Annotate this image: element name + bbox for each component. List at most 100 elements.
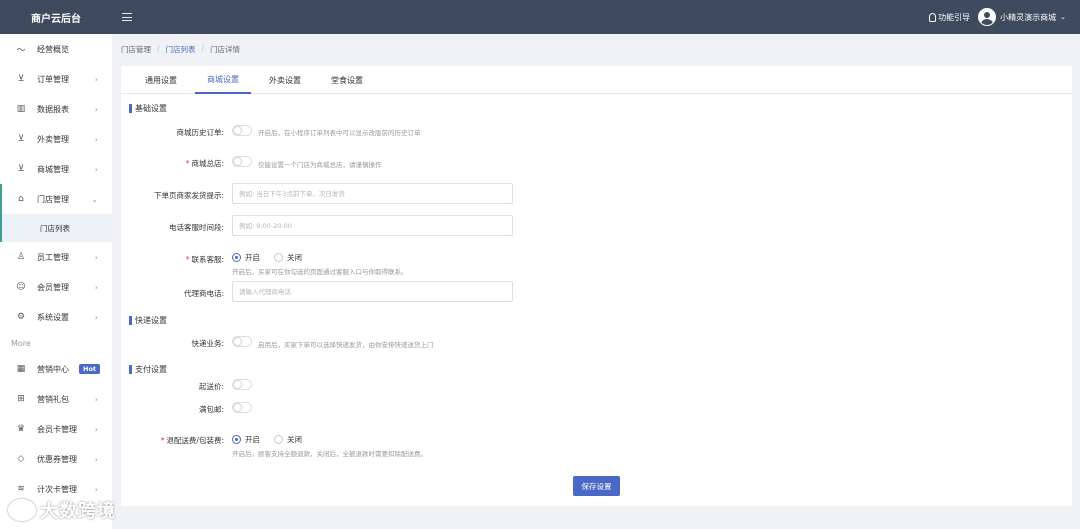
sidebar-item[interactable]: ♙ 员工管理 ›: [0, 242, 112, 272]
avatar: [978, 8, 997, 26]
grid-icon: ▦: [16, 364, 26, 374]
chevron-right-icon: ›: [94, 164, 98, 174]
sidebar-item[interactable]: ◇ 优惠券管理 ›: [0, 444, 112, 474]
menu-toggle-icon[interactable]: [122, 13, 132, 21]
sidebar-item-label: 订单管理: [37, 74, 69, 84]
user-menu[interactable]: 小精灵演示商城 ⌄: [978, 8, 1066, 26]
refund-on-radio[interactable]: [232, 435, 241, 444]
refund-on-label[interactable]: 开启: [245, 434, 260, 445]
sidebar-more-label: More: [11, 338, 31, 348]
chevron-right-icon: ›: [94, 104, 98, 114]
history-order-switch[interactable]: [232, 125, 252, 136]
sidebar-item-label: 优惠券管理: [37, 454, 77, 464]
tab-general[interactable]: 通用设置: [133, 66, 189, 94]
agent-phone-input[interactable]: [232, 281, 513, 302]
tab-mall[interactable]: 商城设置: [195, 66, 251, 94]
main-store-hint: 仅能设置一个门店为商城总店，请谨慎操作: [258, 161, 382, 169]
tab-takeout[interactable]: 外卖设置: [257, 66, 313, 94]
lightbulb-icon: [929, 12, 937, 22]
watermark: 大数跨境: [8, 497, 116, 523]
refund-label-text: 退配送费/包装费:: [166, 436, 224, 445]
refund-off-label[interactable]: 关闭: [287, 434, 302, 445]
sidebar-item[interactable]: ⊞ 营销礼包 ›: [0, 384, 112, 414]
home-icon: ⌂: [18, 194, 24, 204]
watermark-text: 大数跨境: [40, 501, 116, 522]
sidebar-item[interactable]: ☺ 会员管理 ›: [0, 272, 112, 302]
breadcrumb-item-store-list[interactable]: 门店列表: [166, 44, 196, 55]
ship-tip-label: 下单页商家发货提示:: [153, 191, 224, 200]
chevron-right-icon: ›: [94, 312, 98, 322]
contact-label-text: 联系客服:: [191, 255, 224, 264]
bar-chart-icon: ▥: [16, 104, 26, 114]
sidebar-item-label: 计次卡管理: [37, 484, 77, 494]
tab-dine-in[interactable]: 堂食设置: [319, 66, 375, 94]
contact-off-radio[interactable]: [274, 253, 283, 262]
contact-radio-group: 开启 关闭: [232, 252, 312, 263]
express-switch[interactable]: [232, 336, 252, 347]
sidebar-item-label: 商城管理: [37, 164, 69, 174]
guide-button[interactable]: 功能引导: [929, 12, 970, 23]
sidebar-subitem-store-list[interactable]: 门店列表: [0, 214, 112, 242]
tag-icon: ◇: [17, 454, 25, 464]
breadcrumb-item-store-detail: 门店详情: [210, 45, 241, 54]
free-ship-switch[interactable]: [232, 402, 252, 413]
contact-on-label[interactable]: 开启: [245, 252, 260, 263]
contact-hint: 开启后，买家可在你勾选的页面通过客服入口与你取得联系。: [232, 268, 408, 276]
gift-icon: ⊞: [17, 394, 25, 404]
sidebar-item[interactable]: ⊻ 商城管理 ›: [0, 154, 112, 184]
sidebar-item[interactable]: ⌂ 门店管理 ⌄: [0, 184, 112, 214]
section-express-title: 快递设置: [129, 315, 167, 326]
min-price-switch[interactable]: [232, 379, 252, 390]
gear-icon: ⚙: [16, 312, 26, 322]
main-store-label-text: 商城总店:: [191, 159, 224, 168]
ship-tip-input[interactable]: [232, 183, 513, 204]
refund-off-radio[interactable]: [274, 435, 283, 444]
sidebar-item[interactable]: 〜 经营概览: [0, 34, 112, 64]
contact-label: * 联系客服:: [121, 254, 224, 265]
chevron-down-icon: ⌄: [91, 194, 98, 204]
breadcrumb-separator: /: [201, 44, 205, 53]
service-time-input[interactable]: [232, 215, 513, 236]
chevron-right-icon: ›: [94, 424, 98, 434]
min-price-label: 起送价:: [198, 382, 224, 391]
sidebar-item-label: 门店管理: [37, 194, 69, 204]
sidebar-item[interactable]: ♛ 会员卡管理 ›: [0, 414, 112, 444]
save-button[interactable]: 保存设置: [573, 476, 620, 496]
breadcrumb-item-store-manage[interactable]: 门店管理: [121, 44, 151, 55]
contact-off-label[interactable]: 关闭: [287, 252, 302, 263]
section-basic-title: 基础设置: [129, 103, 167, 114]
express-hint: 启用后，买家下单可以选择快递发货，由你安排快递送货上门: [258, 341, 434, 349]
sidebar: 〜 经营概览 ⊻ 订单管理 › ▥ 数据报表 › ⊻ 外卖管理 › ⊻ 商城管理 › ⌂ 门店管理 ⌄ 门店列表…: [0, 34, 112, 529]
sidebar-item-label: 外卖管理: [37, 134, 69, 144]
user-name: 小精灵演示商城: [1000, 12, 1057, 22]
hot-badge: Hot: [79, 364, 101, 374]
sidebar-item[interactable]: ⚙ 系统设置 ›: [0, 302, 112, 332]
sidebar-item-label: 营销中心: [37, 364, 69, 374]
required-mark: *: [160, 436, 165, 445]
watermark-logo-icon: [8, 499, 36, 521]
sidebar-item-label: 数据报表: [37, 104, 69, 114]
history-order-label: 商城历史订单:: [176, 128, 224, 137]
chevron-right-icon: ›: [94, 484, 98, 494]
chevron-right-icon: ›: [94, 134, 98, 144]
sidebar-item[interactable]: ▦ 营销中心 Hot: [0, 354, 112, 384]
sidebar-item[interactable]: ⊻ 订单管理 ›: [0, 64, 112, 94]
tab-bar: 通用设置 商城设置 外卖设置 堂食设置: [121, 66, 1072, 94]
free-ship-label: 满包邮:: [198, 405, 224, 414]
chevron-right-icon: ›: [94, 394, 98, 404]
contact-on-radio[interactable]: [232, 253, 241, 262]
sidebar-item-label: 经营概览: [37, 44, 69, 54]
sidebar-item-label: 会员卡管理: [37, 424, 77, 434]
chevron-right-icon: ›: [94, 74, 98, 84]
guide-label: 功能引导: [938, 12, 971, 22]
express-label: 快递业务:: [191, 339, 224, 348]
brand-title: 商户云后台: [31, 13, 81, 25]
sidebar-item[interactable]: ▥ 数据报表 ›: [0, 94, 112, 124]
sidebar-item-label: 系统设置: [37, 312, 69, 322]
main-store-switch[interactable]: [232, 156, 252, 167]
section-payment-title: 支付设置: [129, 364, 167, 375]
sidebar-item[interactable]: ⊻ 外卖管理 ›: [0, 124, 112, 154]
history-order-hint: 开启后，在小程序订单列表中可以显示改版前的历史订单: [258, 129, 421, 137]
trend-chart-icon: 〜: [16, 45, 26, 56]
user-icon: ♙: [16, 252, 26, 262]
